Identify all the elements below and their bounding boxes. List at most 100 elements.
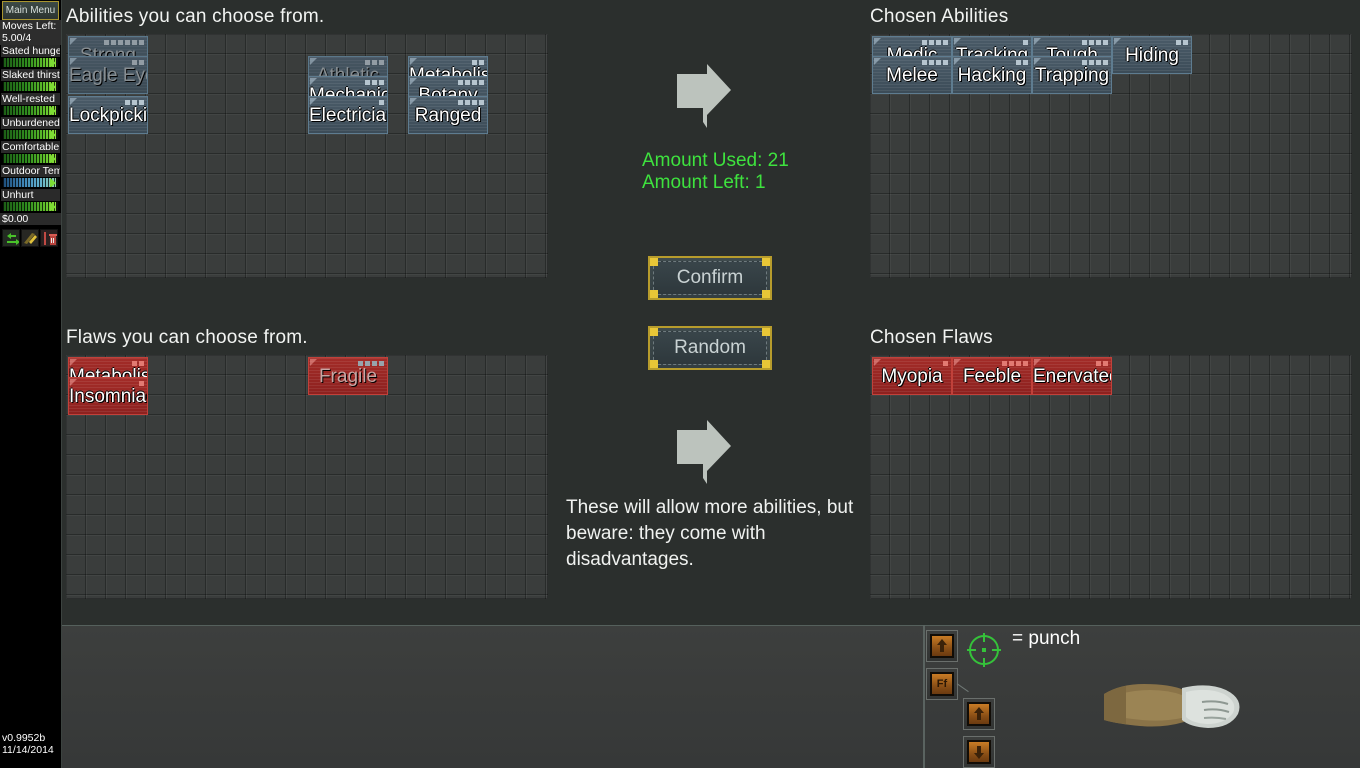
tile-label: Ranged <box>414 105 482 126</box>
confirm-corner-tr <box>762 258 770 266</box>
lightning-bolt-icon[interactable] <box>21 229 39 247</box>
main-menu-label: Main Menu <box>5 4 56 17</box>
tile-cost-pips <box>365 60 384 65</box>
random-corner-br <box>762 360 770 368</box>
confirm-button[interactable]: Confirm <box>648 256 772 300</box>
status-bar-fill <box>3 58 56 67</box>
tile-cost-pips <box>1096 361 1108 366</box>
chosen-flaws-grid[interactable]: Myopia Feeble Enervated <box>870 355 1352 599</box>
cost-pip <box>372 60 377 65</box>
status-row-5: Outdoor Tem <box>0 165 61 188</box>
tile-cost-pips <box>132 60 144 65</box>
main-menu-button[interactable]: Main Menu <box>2 1 59 20</box>
status-bar <box>2 129 59 140</box>
tile-corner-icon <box>310 78 317 85</box>
tile-corner-icon <box>1034 58 1041 65</box>
ability-pool-tile[interactable]: Lockpicking <box>68 96 148 134</box>
status-bar-marker <box>49 130 56 139</box>
status-label: Sated hunge <box>1 45 60 57</box>
cost-pip <box>379 80 384 85</box>
random-button[interactable]: Random <box>648 326 772 370</box>
cost-pip <box>1016 60 1021 65</box>
status-bar-list: Sated hunge Slaked thirst Well-rested Unbur… <box>0 45 61 212</box>
tile-label: Enervated <box>1033 366 1112 387</box>
version-info: v0.9952b 11/14/2014 <box>2 732 54 756</box>
chosen-abilities-grid[interactable]: MedicTrackingToughHidingMeleeHackingTrap… <box>870 34 1352 278</box>
trash-can-icon[interactable] <box>40 229 58 247</box>
fist-arm-icon <box>1104 672 1264 739</box>
chosen-flaw-tile[interactable]: Feeble <box>952 357 1032 395</box>
cost-pip <box>1103 60 1108 65</box>
chosen-ability-tile[interactable]: Hiding <box>1112 36 1192 74</box>
ability-pool-tile[interactable]: Ranged <box>408 96 488 134</box>
status-bar <box>2 177 59 188</box>
tile-label: Myopia <box>881 366 943 387</box>
up-arrow-icon-button-2[interactable] <box>963 698 995 730</box>
tile-label: Electrician <box>309 105 388 126</box>
tile-corner-icon <box>410 58 417 65</box>
move-arrows-icon[interactable] <box>2 229 20 247</box>
flaw-pool-tile[interactable]: Insomniac <box>68 377 148 415</box>
cost-pip <box>1002 361 1007 366</box>
tile-corner-icon <box>1034 38 1041 45</box>
cost-pip <box>139 60 144 65</box>
cost-pip <box>132 60 137 65</box>
cost-pip <box>936 40 941 45</box>
tile-cost-pips <box>922 60 948 65</box>
tile-corner-icon <box>1034 359 1041 366</box>
tile-cost-pips <box>379 100 384 105</box>
cost-pip <box>104 40 109 45</box>
amount-used-text: Amount Used: 21 <box>642 150 789 171</box>
ability-pool-tile[interactable]: Electrician <box>308 96 388 134</box>
tile-corner-icon <box>310 98 317 105</box>
tile-cost-pips <box>1082 40 1108 45</box>
tile-cost-pips <box>458 80 484 85</box>
tile-corner-icon <box>874 58 881 65</box>
cost-pip <box>132 361 137 366</box>
status-bar-fill <box>3 178 56 187</box>
tile-label: Eagle Eye <box>69 65 148 86</box>
cost-pip <box>1176 40 1181 45</box>
abilities-pool-grid[interactable]: StrongEagle EyeLockpickingAthleticMetabo… <box>66 34 548 278</box>
tile-corner-icon <box>70 379 77 386</box>
tile-corner-icon <box>70 359 77 366</box>
moves-left-label: Moves Left: <box>2 20 57 32</box>
cost-pip <box>118 40 123 45</box>
hud-right-button-column <box>963 698 999 768</box>
random-label: Random <box>653 331 767 365</box>
chosen-ability-tile[interactable]: Melee <box>872 56 952 94</box>
status-label: Outdoor Tem <box>1 165 60 177</box>
random-corner-tl <box>650 328 658 336</box>
confirm-label: Confirm <box>653 261 767 295</box>
status-row-3: Unburdened <box>0 117 61 140</box>
flaw-pool-tile[interactable]: Fragile <box>308 357 388 395</box>
chosen-abilities-heading: Chosen Abilities <box>870 6 1009 27</box>
cost-pip <box>465 100 470 105</box>
tile-corner-icon <box>874 359 881 366</box>
cost-pip <box>365 361 370 366</box>
up-arrow-icon-2 <box>967 702 991 726</box>
tile-cost-pips <box>132 361 144 366</box>
cost-pip <box>472 80 477 85</box>
up-arrow-icon-button-1[interactable] <box>926 630 958 662</box>
cost-pip <box>1009 361 1014 366</box>
crosshair-icon <box>966 632 1002 668</box>
chosen-flaw-tile[interactable]: Myopia <box>872 357 952 395</box>
flaws-pool-grid[interactable]: MetabolismInsomniacFragile <box>66 355 548 599</box>
moves-left-value: 5.00/4 <box>2 32 32 44</box>
chosen-ability-tile[interactable]: Trapping <box>1032 56 1112 94</box>
cost-pip <box>943 60 948 65</box>
cost-pip <box>1023 40 1028 45</box>
status-bar-fill <box>3 130 56 139</box>
cost-pip <box>1089 40 1094 45</box>
version-number: v0.9952b <box>2 732 46 744</box>
cost-pip <box>1082 40 1087 45</box>
status-label: Slaked thirst <box>1 69 60 81</box>
cost-pip <box>111 40 116 45</box>
chosen-flaw-tile[interactable]: Enervated <box>1032 357 1112 395</box>
ability-pool-tile[interactable]: Eagle Eye <box>68 56 148 94</box>
tile-corner-icon <box>70 98 77 105</box>
tile-label: Fragile <box>318 366 378 387</box>
chosen-ability-tile[interactable]: Hacking <box>952 56 1032 94</box>
down-arrow-icon-button[interactable] <box>963 736 995 768</box>
